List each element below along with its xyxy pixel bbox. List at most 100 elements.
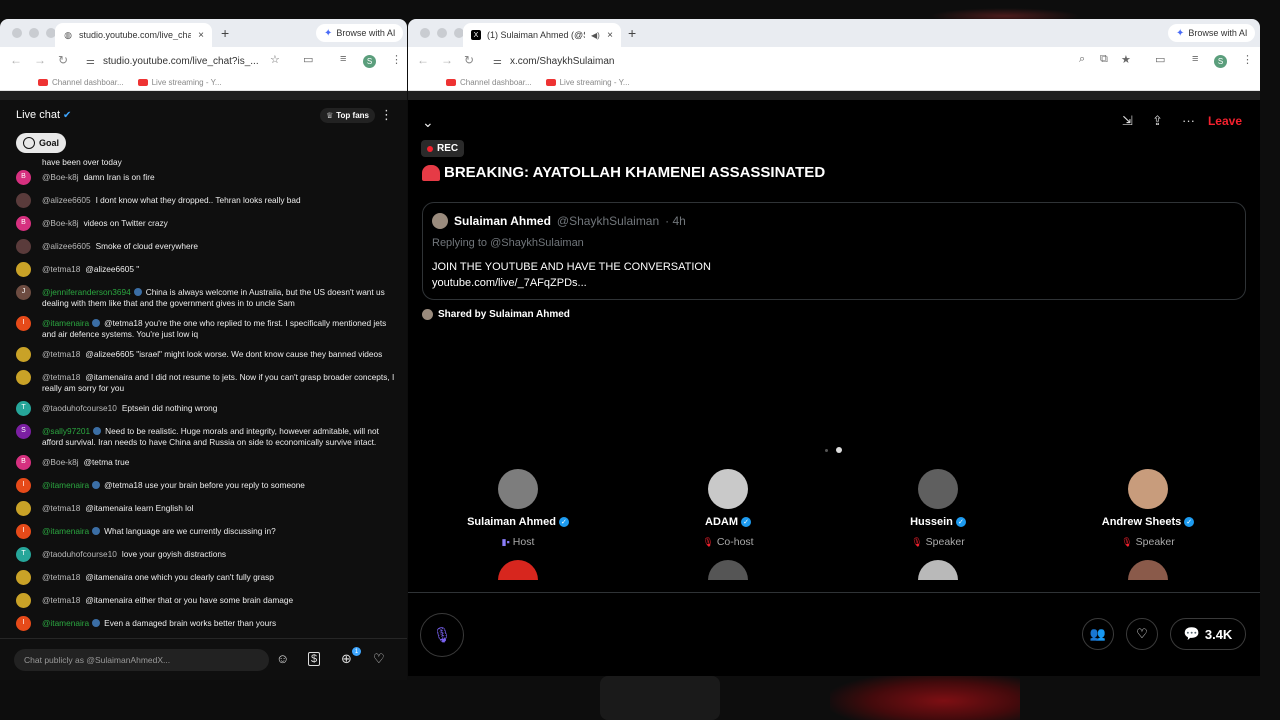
participant-host[interactable]: Sulaiman Ahmed ✓ ▮▪ Host (438, 469, 598, 548)
back-arrow-icon[interactable]: ← (417, 53, 429, 67)
browse-with-ai-button[interactable]: ✦ Browse with AI (1168, 24, 1256, 42)
chat-author[interactable]: @itamenaira (42, 318, 89, 328)
super-chat-icon[interactable]: $ (308, 652, 321, 666)
chat-author[interactable]: @tetma18 (42, 572, 80, 582)
close-window-button[interactable] (420, 28, 430, 38)
participant-cohost[interactable]: ADAM ✓ 🎙 Co-host (648, 469, 808, 548)
bookmark-star-icon[interactable]: ☆ (270, 53, 280, 66)
chat-message[interactable]: B @Boe-k8j @tetma true (0, 452, 395, 475)
chat-author[interactable]: @taoduhofcourse10 (42, 549, 117, 559)
avatar[interactable] (16, 501, 31, 516)
collapse-chevron-icon[interactable]: ⌄ (422, 114, 434, 131)
reload-icon[interactable]: ↻ (58, 53, 68, 67)
avatar[interactable] (16, 262, 31, 277)
chat-message[interactable]: I @itamenaira @tetma18 use your brain befo… (0, 475, 395, 498)
close-tab-icon[interactable]: × (607, 30, 613, 41)
chat-author[interactable]: @itamenaira (42, 618, 89, 628)
profile-avatar[interactable]: S (1214, 55, 1227, 68)
chat-author[interactable]: @taoduhofcourse10 (42, 403, 117, 413)
chat-message[interactable]: I @itamenaira Even a damaged brain works b… (0, 613, 395, 636)
chat-message[interactable]: I @itamenaira What language are we current… (0, 521, 395, 544)
goal-chip[interactable]: Goal (16, 133, 67, 153)
chat-author[interactable]: @alizee6605 (42, 241, 91, 251)
close-tab-icon[interactable]: × (198, 30, 204, 41)
heart-icon[interactable]: ♡ (373, 651, 385, 667)
back-arrow-icon[interactable]: ← (10, 53, 22, 67)
browse-with-ai-button[interactable]: ✦ Browse with AI (316, 24, 404, 42)
chat-author[interactable]: @Boe-k8j (42, 218, 79, 228)
tab-x-profile[interactable]: X (1) Sulaiman Ahmed (@S ◀) × (463, 23, 621, 47)
chat-author[interactable]: @tetma18 (42, 595, 80, 605)
chat-menu-icon[interactable]: ⋮ (380, 107, 393, 123)
bookmark-star-icon[interactable]: ★ (1121, 53, 1131, 66)
avatar[interactable]: J (16, 285, 31, 300)
profile-avatar[interactable]: S (363, 55, 376, 68)
chat-author[interactable]: @Boe-k8j (42, 172, 79, 182)
chat-message[interactable]: T @taoduhofcourse10 Eptsein did nothing wr… (0, 398, 395, 421)
avatar[interactable] (432, 213, 448, 229)
comments-button[interactable]: 💬 3.4K (1170, 618, 1246, 650)
avatar[interactable]: B (16, 455, 31, 470)
chat-author[interactable]: @itamenaira (42, 526, 89, 536)
site-settings-icon[interactable]: ⚌ (493, 56, 502, 67)
chat-message[interactable]: @alizee6605 Smoke of cloud everywhere (0, 236, 395, 259)
forward-arrow-icon[interactable]: → (34, 53, 46, 67)
participant-speaker[interactable]: Andrew Sheets ✓ 🎙 Speaker (1068, 469, 1228, 548)
pinned-post-card[interactable]: Sulaiman Ahmed @ShaykhSulaiman · 4h Repl… (422, 202, 1246, 300)
chat-author[interactable]: @itamenaira (42, 480, 89, 490)
avatar[interactable]: S (16, 424, 31, 439)
more-menu-icon[interactable]: ⋮ (391, 53, 402, 66)
top-fans-button[interactable]: ♕ Top fans (320, 108, 375, 123)
close-window-button[interactable] (12, 28, 22, 38)
url-field[interactable]: ⚌ x.com/ShaykhSulaiman (493, 52, 614, 70)
avatar[interactable]: B (16, 170, 31, 185)
chat-author[interactable]: @Boe-k8j (42, 457, 79, 467)
leave-button[interactable]: Leave (1208, 114, 1242, 128)
avatar[interactable]: T (16, 401, 31, 416)
participant-speaker[interactable]: Hussein ✓ 🎙 Speaker (858, 469, 1018, 548)
chat-message[interactable]: I @itamenaira @tetma18 you're the one who … (0, 313, 395, 344)
new-tab-button[interactable]: + (221, 25, 229, 41)
participants-button[interactable]: 👥 (1082, 618, 1114, 650)
avatar[interactable] (16, 239, 31, 254)
avatar[interactable]: T (16, 547, 31, 562)
reactions-button[interactable]: ♡ (1126, 618, 1158, 650)
reload-icon[interactable]: ↻ (464, 53, 474, 67)
speaker-icon[interactable]: ◀) (591, 31, 600, 40)
avatar[interactable] (498, 560, 538, 580)
new-tab-button[interactable]: + (628, 25, 636, 41)
avatar[interactable] (16, 593, 31, 608)
extensions-icon[interactable]: ≡ (1192, 53, 1198, 65)
chat-message[interactable]: J @jenniferanderson3694 China is always we… (0, 282, 395, 313)
zoom-icon[interactable]: ⌕ (1079, 53, 1085, 66)
chat-author[interactable]: @jenniferanderson3694 (42, 287, 131, 297)
chat-message[interactable]: B @Boe-k8j videos on Twitter crazy (0, 213, 395, 236)
minimize-window-button[interactable] (29, 28, 39, 38)
avatar[interactable] (708, 560, 748, 580)
avatar[interactable] (16, 347, 31, 362)
chat-message[interactable]: @tetma18 @itamenaira learn English lol (0, 498, 395, 521)
bookmark-live-streaming[interactable]: Live streaming - Y... (545, 78, 630, 87)
avatar[interactable]: I (16, 316, 31, 331)
avatar[interactable] (16, 570, 31, 585)
forward-arrow-icon[interactable]: → (441, 53, 453, 67)
avatar[interactable] (1128, 560, 1168, 580)
chat-message[interactable]: @tetma18 @itamenaira and I did not resume… (0, 367, 395, 398)
post-link[interactable]: youtube.com/live/_7AFqZPDs... (432, 275, 1236, 291)
avatar[interactable]: I (16, 478, 31, 493)
url-field[interactable]: ⚌ studio.youtube.com/live_chat?is_... (86, 52, 259, 70)
sidebar-icon[interactable]: ▭ (1155, 53, 1165, 66)
chat-message[interactable]: @tetma18 @alizee6605 " (0, 259, 395, 282)
avatar[interactable] (918, 560, 958, 580)
chat-message[interactable]: B @Boe-k8j damn Iran is on fire (0, 167, 395, 190)
chat-author[interactable]: @alizee6605 (42, 195, 91, 205)
sidebar-icon[interactable]: ▭ (303, 53, 313, 66)
chat-message[interactable]: @alizee6605 I dont know what they dropped… (0, 190, 395, 213)
add-icon[interactable]: ⊕ (341, 651, 352, 667)
more-options-icon[interactable]: ··· (1182, 113, 1195, 128)
chat-message[interactable]: @tetma18 @itamenaira either that or you h… (0, 590, 395, 613)
chat-author[interactable]: @tetma18 (42, 264, 80, 274)
avatar[interactable]: B (16, 216, 31, 231)
share-icon[interactable]: ⇪ (1152, 113, 1163, 129)
extensions-icon[interactable]: ≡ (340, 53, 346, 65)
